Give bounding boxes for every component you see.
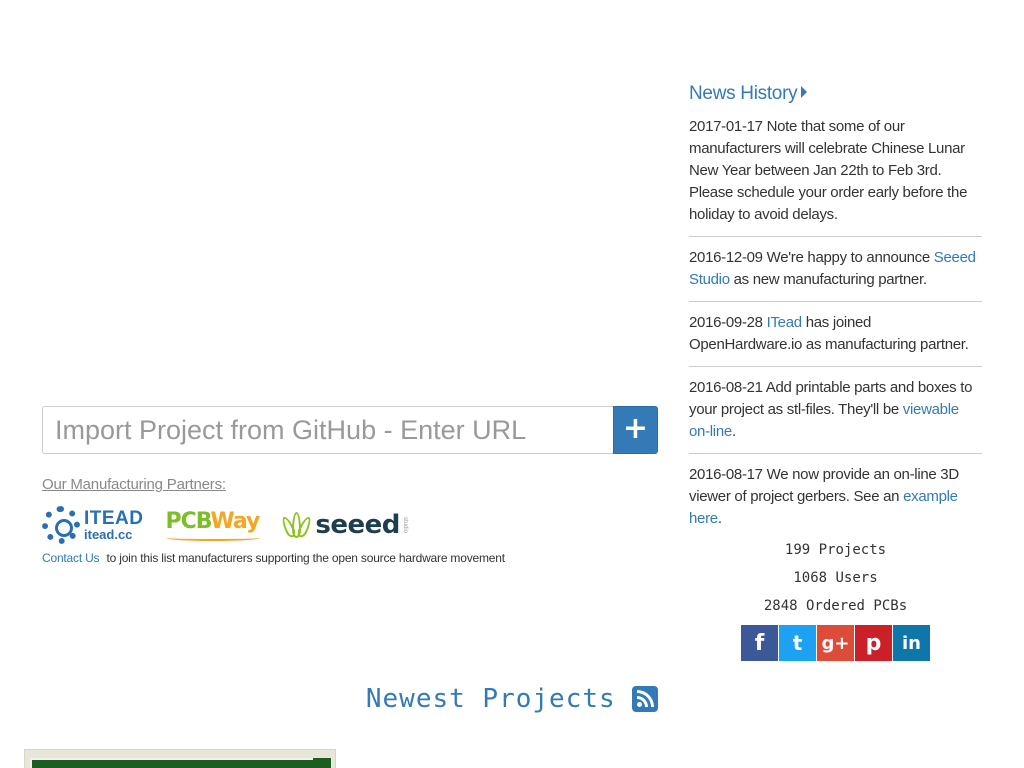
- pcbway-logo[interactable]: PCBWay: [165, 509, 260, 541]
- news-date: 2016-08-17: [689, 466, 763, 483]
- itead-logo[interactable]: ITEAD itead.cc: [42, 506, 144, 544]
- newest-projects-title: Newest Projects: [365, 684, 616, 714]
- seeed-logo-name: seeed: [315, 510, 400, 540]
- news-text: as new manufacturing partner.: [733, 271, 927, 288]
- news-text: .: [731, 423, 736, 440]
- plus-icon: +: [622, 411, 649, 446]
- news-text: We're happy to announce: [766, 249, 931, 266]
- linkedin-icon[interactable]: in: [893, 625, 930, 661]
- twitter-icon[interactable]: t: [779, 625, 816, 661]
- itead-logo-name: ITEAD: [84, 508, 144, 529]
- news-item: 2016-12-09 We're happy to announce Seeed…: [689, 247, 982, 302]
- seeed-leaf-icon: [280, 512, 314, 539]
- seeed-logo-studio: studio: [401, 516, 408, 533]
- itead-logo-url: itead.cc: [84, 527, 133, 542]
- pinterest-icon[interactable]: p: [855, 625, 892, 661]
- news-panel: News History 2017-01-17 Note that some o…: [689, 82, 982, 550]
- news-item: 2017-01-17 Note that some of our manufac…: [689, 116, 982, 237]
- ordered-pcbs-count: 2848 Ordered PCBs: [763, 598, 908, 614]
- github-url-input[interactable]: [42, 406, 613, 454]
- pcb-image: [30, 758, 332, 768]
- news-date: 2017-01-17: [689, 118, 763, 135]
- github-import-form: +: [42, 406, 658, 454]
- news-item: 2016-08-17 We now provide an on-line 3D …: [689, 464, 982, 540]
- itead-link[interactable]: ITead: [767, 314, 803, 331]
- news-date: 2016-08-21: [689, 379, 763, 396]
- social-links: f t g+ p in: [741, 625, 931, 661]
- google-plus-icon[interactable]: g+: [817, 625, 854, 661]
- news-text: .: [717, 510, 722, 527]
- pcb-image-edge: [313, 758, 331, 768]
- contact-text: to join this list manufacturers supporti…: [106, 551, 506, 565]
- project-thumbnail[interactable]: [24, 749, 336, 768]
- news-list: 2017-01-17 Note that some of our manufac…: [689, 116, 982, 540]
- pcbway-logo-pcb: PCB: [165, 509, 212, 534]
- site-stats: 199 Projects 1068 Users 2848 Ordered PCB…: [689, 540, 982, 624]
- contact-us-link[interactable]: Contact Us: [42, 551, 100, 565]
- caret-right-icon: [801, 86, 808, 98]
- projects-count: 199 Projects: [784, 542, 887, 558]
- news-history-label: News History: [689, 83, 798, 104]
- rss-icon[interactable]: [632, 686, 659, 712]
- itead-gear-icon: [42, 506, 80, 544]
- news-history-link[interactable]: News History: [689, 82, 808, 106]
- users-count: 1068 Users: [793, 570, 878, 586]
- news-item: 2016-08-21 Add printable parts and boxes…: [689, 377, 982, 454]
- import-button[interactable]: +: [613, 406, 658, 454]
- facebook-icon[interactable]: f: [741, 625, 778, 661]
- newest-projects-header: Newest Projects: [0, 684, 1024, 714]
- pcbway-logo-way: Way: [210, 509, 260, 534]
- news-date: 2016-12-09: [689, 249, 763, 266]
- pcbway-swoosh: [165, 535, 260, 541]
- contact-line: Contact Us to join this list manufacture…: [42, 551, 505, 565]
- news-date: 2016-09-28: [689, 314, 763, 331]
- partner-logos: ITEAD itead.cc PCBWay seeed studio: [42, 505, 408, 545]
- news-item: 2016-09-28 ITead has joined OpenHardware…: [689, 312, 982, 367]
- partners-heading[interactable]: Our Manufacturing Partners:: [42, 476, 226, 493]
- seeed-logo[interactable]: seeed studio: [280, 510, 408, 540]
